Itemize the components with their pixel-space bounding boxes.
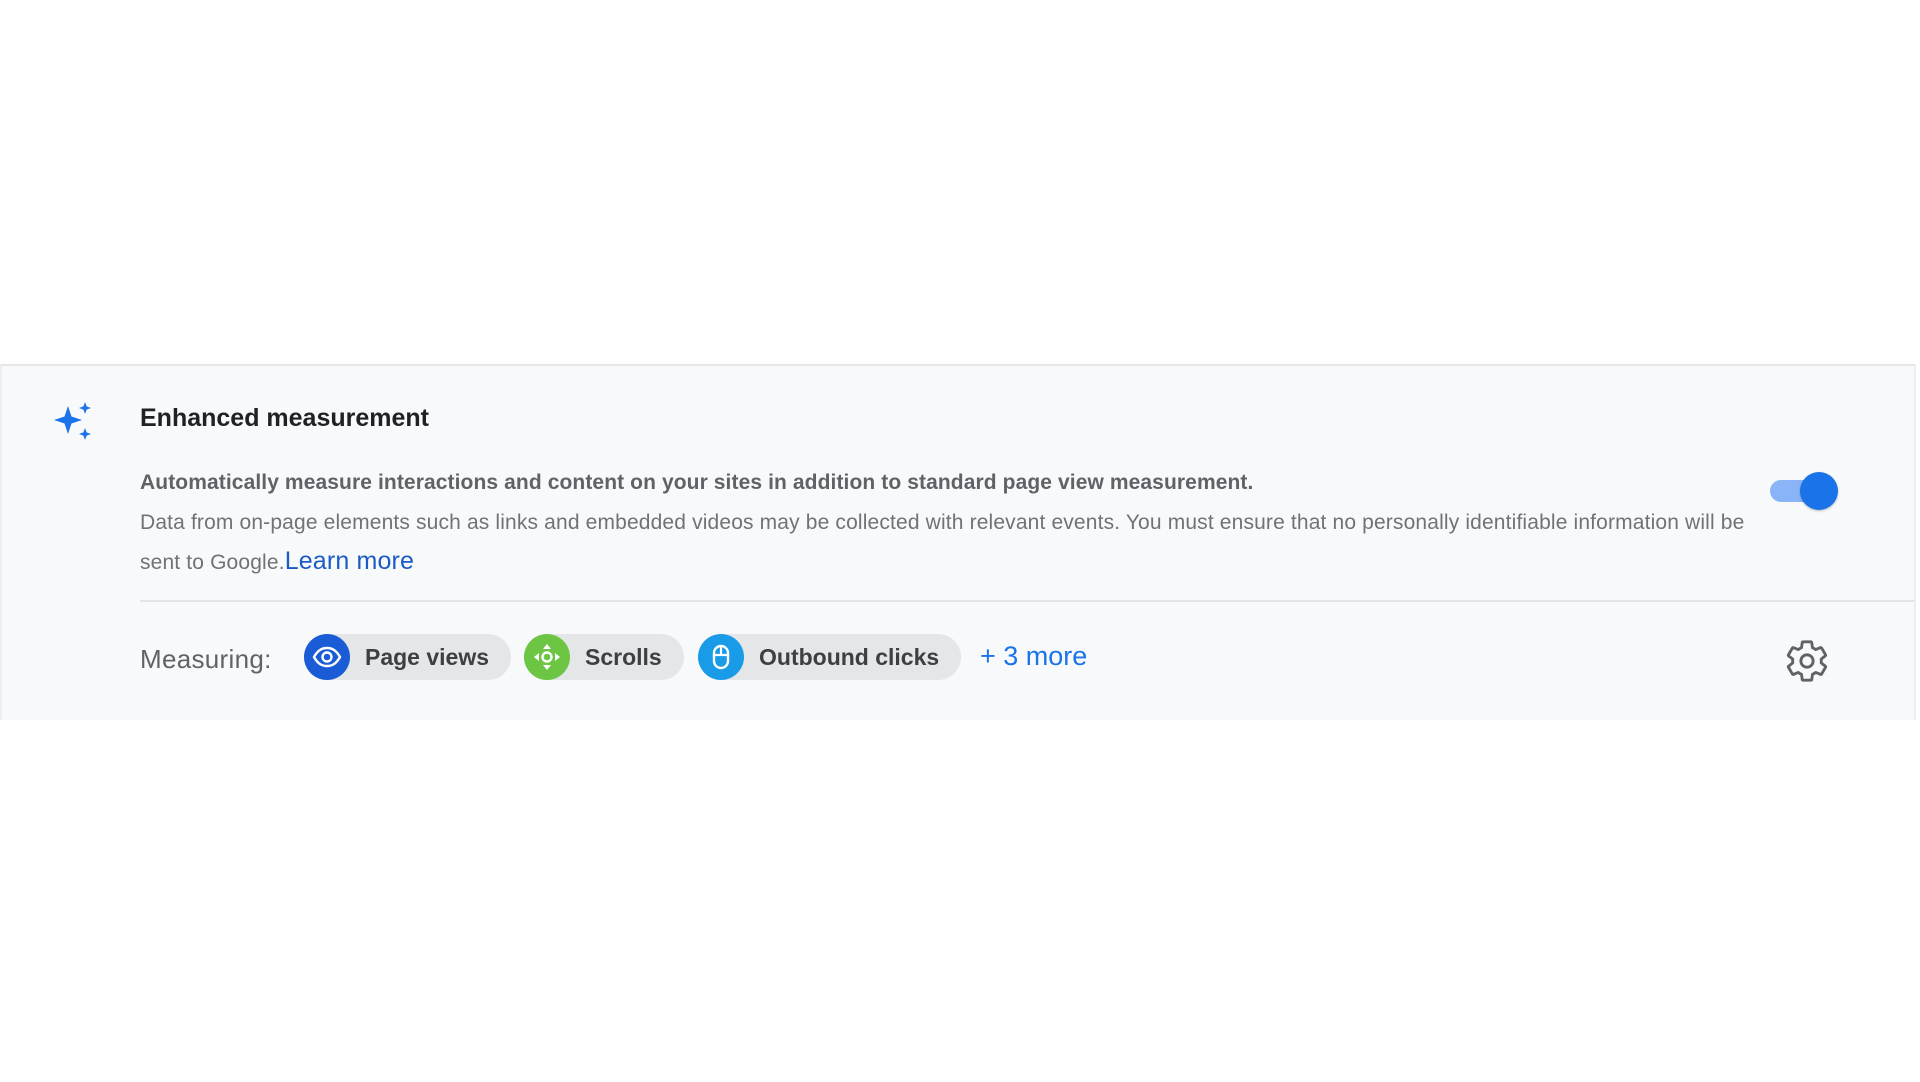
description-secondary: Data from on-page elements such as links… [140,504,1760,582]
toggle-thumb [1800,472,1838,510]
chip-scrolls[interactable]: Scrolls [524,634,684,680]
measuring-label: Measuring: [140,644,272,674]
divider [140,600,1914,602]
chip-page-views[interactable]: Page views [304,634,512,680]
chip-label: Page views [365,643,490,670]
description-primary: Automatically measure interactions and c… [140,471,1254,494]
more-measurements-link[interactable]: + 3 more [980,641,1087,672]
learn-more-link[interactable]: Learn more [285,547,414,575]
enhanced-measurement-panel: Enhanced measurement Automatically measu… [0,364,1916,720]
enhanced-measurement-toggle[interactable] [1768,470,1840,510]
eye-icon [304,634,350,680]
sparkle-icon [50,400,98,448]
chip-label: Scrolls [585,643,662,670]
section-title: Enhanced measurement [140,404,429,432]
gear-icon[interactable] [1784,638,1830,684]
chip-outbound-clicks[interactable]: Outbound clicks [698,634,962,680]
mouse-icon [698,634,744,680]
scroll-arrows-icon [524,634,570,680]
chip-label: Outbound clicks [759,643,940,670]
